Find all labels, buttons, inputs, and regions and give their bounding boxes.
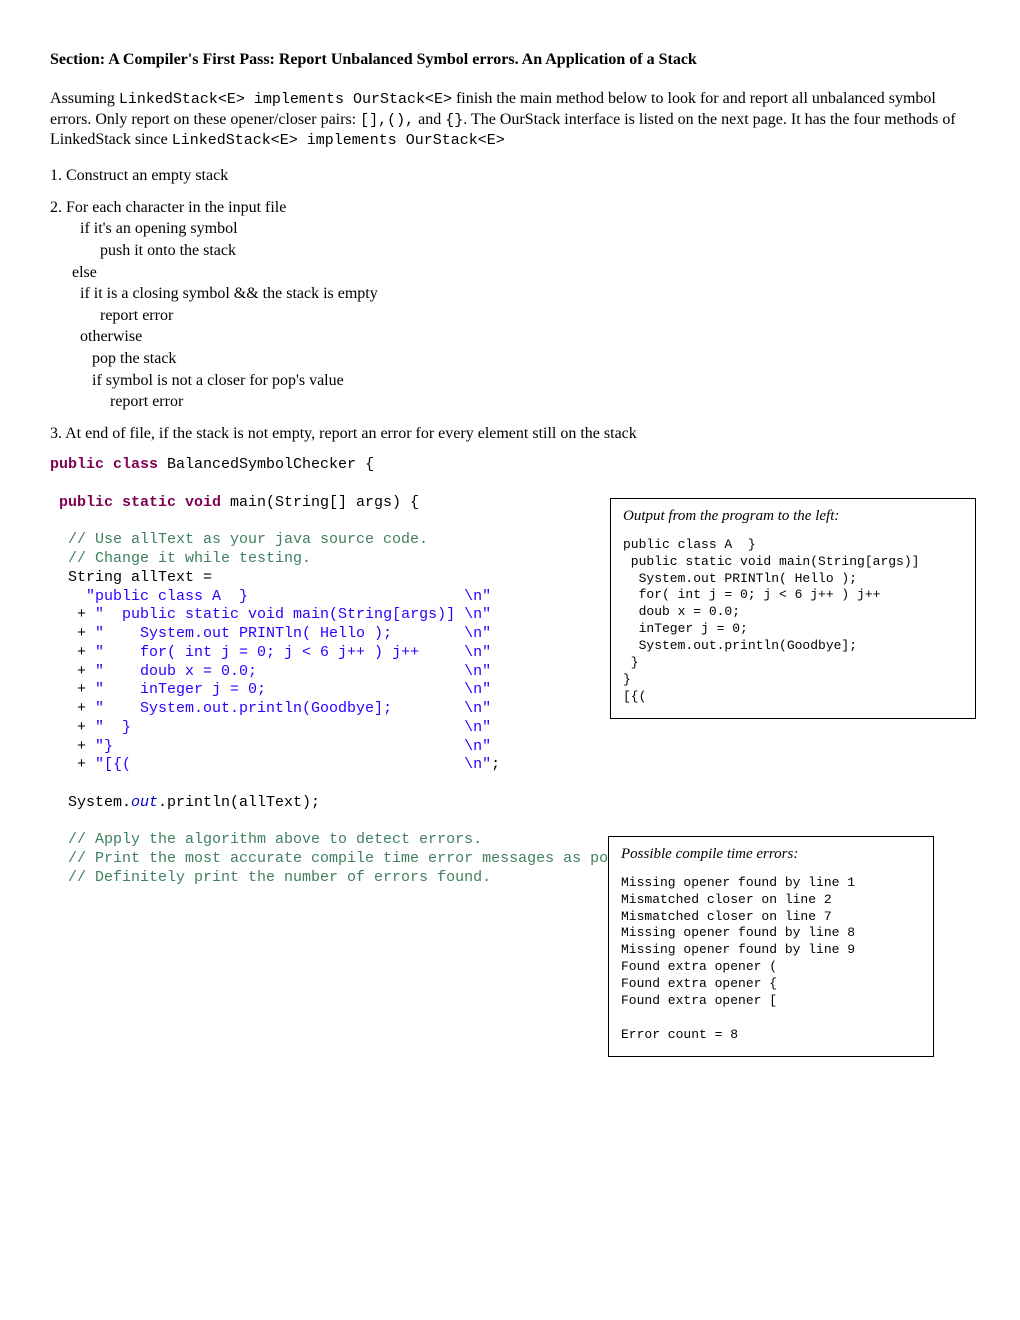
code-text: .println(allText);: [158, 794, 320, 811]
algo-line: report error: [110, 391, 970, 413]
code-text: ;: [491, 756, 500, 773]
code-text: +: [50, 625, 95, 642]
string-literal: " inTeger j = 0; \n": [95, 681, 491, 698]
string-literal: " } \n": [95, 719, 491, 736]
algo-step: 2. For each character in the input file: [50, 197, 970, 219]
comment: // Change it while testing.: [50, 550, 311, 567]
string-literal: "public class A } \n": [86, 588, 491, 605]
intro-paragraph: Assuming LinkedStack<E> implements OurSt…: [50, 89, 970, 151]
code-text: +: [50, 756, 95, 773]
output-box-content: public class A } public static void main…: [623, 537, 963, 706]
code-text: main(String[] args) {: [221, 494, 419, 511]
string-literal: " doub x = 0.0; \n": [95, 663, 491, 680]
code-text: System.: [50, 794, 131, 811]
code-text: [50, 588, 86, 605]
string-literal: "} \n": [95, 738, 491, 755]
code-text: +: [50, 644, 95, 661]
errors-box: Possible compile time errors: Missing op…: [608, 836, 934, 1056]
section-title: Section: A Compiler's First Pass: Report…: [50, 50, 970, 71]
comment: // Definitely print the number of errors…: [50, 869, 491, 886]
algo-line: report error: [100, 305, 970, 327]
algo-line: if symbol is not a closer for pop's valu…: [92, 370, 970, 392]
code-text: +: [50, 719, 95, 736]
code-area: public class BalancedSymbolChecker { pub…: [50, 456, 970, 887]
algo-line: pop the stack: [92, 348, 970, 370]
comment: // Use allText as your java source code.: [50, 531, 428, 548]
code-text: +: [50, 681, 95, 698]
code-text: +: [50, 700, 95, 717]
comment: // Apply the algorithm above to detect e…: [50, 831, 482, 848]
intro-code: LinkedStack<E> implements OurStack<E>: [172, 132, 505, 149]
algorithm-block: 1. Construct an empty stack 2. For each …: [50, 165, 970, 444]
algo-line: else: [72, 262, 970, 284]
output-box-title: Output from the program to the left:: [623, 507, 963, 527]
output-box: Output from the program to the left: pub…: [610, 498, 976, 718]
code-text: +: [50, 663, 95, 680]
code-text: String allText =: [50, 569, 221, 586]
intro-code: [],(),: [360, 112, 414, 129]
string-literal: " for( int j = 0; j < 6 j++ ) j++ \n": [95, 644, 491, 661]
field-ref: out: [131, 794, 158, 811]
algo-line: otherwise: [80, 326, 970, 348]
string-literal: " public static void main(String[args)] …: [95, 606, 491, 623]
errors-box-content: Missing opener found by line 1 Mismatche…: [621, 875, 921, 1044]
keyword: public class: [50, 456, 158, 473]
string-literal: " System.out PRINTln( Hello ); \n": [95, 625, 491, 642]
intro-text: Assuming: [50, 90, 119, 107]
intro-code: LinkedStack<E> implements OurStack<E>: [119, 91, 452, 108]
keyword: public static void: [50, 494, 221, 511]
algo-step: 3. At end of file, if the stack is not e…: [50, 423, 970, 445]
algo-step: 1. Construct an empty stack: [50, 165, 970, 187]
algo-line: if it is a closing symbol && the stack i…: [80, 283, 970, 305]
comment: // Print the most accurate compile time …: [50, 850, 671, 867]
string-literal: "[{( \n": [95, 756, 491, 773]
code-text: +: [50, 606, 95, 623]
intro-code: {}: [445, 112, 463, 129]
algo-line: if it's an opening symbol: [80, 218, 970, 240]
algo-line: push it onto the stack: [100, 240, 970, 262]
string-literal: " System.out.println(Goodbye]; \n": [95, 700, 491, 717]
code-text: BalancedSymbolChecker {: [158, 456, 374, 473]
code-text: +: [50, 738, 95, 755]
errors-box-title: Possible compile time errors:: [621, 845, 921, 865]
intro-text: and: [414, 111, 445, 128]
